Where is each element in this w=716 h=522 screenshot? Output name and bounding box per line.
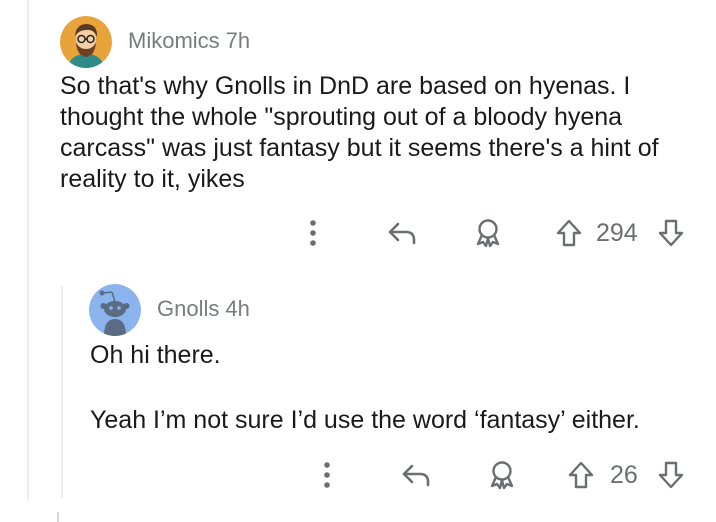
reply-body: Oh hi there. Yeah I’m not sure I’d use t… xyxy=(90,340,700,436)
reply-author[interactable]: Gnolls xyxy=(157,296,219,322)
reply-button[interactable] xyxy=(398,455,434,495)
reply-button[interactable] xyxy=(384,213,420,253)
reply-body-line: Yeah I’m not sure I’d use the word ‘fant… xyxy=(90,406,640,434)
downvote-arrow-icon xyxy=(658,461,684,489)
reply-time: 4h xyxy=(225,296,250,321)
comment-body: So that's why Gnolls in DnD are based on… xyxy=(60,71,700,195)
award-icon xyxy=(476,219,500,248)
comment-thread: Mikomics 7h So that's why Gnolls in DnD … xyxy=(0,0,716,522)
comment-time: 7h xyxy=(225,28,251,53)
thread-line xyxy=(57,512,59,522)
downvote-button[interactable] xyxy=(654,455,688,495)
reply-arrow-icon xyxy=(388,222,416,245)
reply-body-line: Oh hi there. xyxy=(90,341,221,369)
more-options-button[interactable] xyxy=(298,213,328,253)
reply-meta: Gnolls 4h xyxy=(157,296,250,322)
snoo-avatar-icon xyxy=(89,284,141,336)
score: 26 xyxy=(610,461,638,489)
bearded-man-avatar-icon xyxy=(60,16,112,68)
downvote-button[interactable] xyxy=(654,213,688,253)
upvote-button[interactable] xyxy=(564,455,598,495)
more-options-icon xyxy=(324,462,330,488)
more-options-button[interactable] xyxy=(312,455,342,495)
upvote-button[interactable] xyxy=(552,213,586,253)
user-avatar[interactable] xyxy=(60,16,112,68)
comment-meta: Mikomics 7h xyxy=(128,28,250,54)
user-avatar[interactable] xyxy=(89,284,141,336)
reply-arrow-icon xyxy=(402,464,430,487)
upvote-arrow-icon xyxy=(556,219,582,247)
comment-body-text: So that's why Gnolls in DnD are based on… xyxy=(60,72,659,193)
award-button[interactable] xyxy=(484,455,520,495)
comment-actions: 294 xyxy=(0,213,716,253)
downvote-arrow-icon xyxy=(658,219,684,247)
upvote-arrow-icon xyxy=(568,461,594,489)
comment-author[interactable]: Mikomics xyxy=(128,28,220,54)
score: 294 xyxy=(596,219,638,247)
award-button[interactable] xyxy=(470,213,506,253)
award-icon xyxy=(490,461,514,490)
reply-actions: 26 xyxy=(0,455,716,495)
more-options-icon xyxy=(310,220,316,246)
